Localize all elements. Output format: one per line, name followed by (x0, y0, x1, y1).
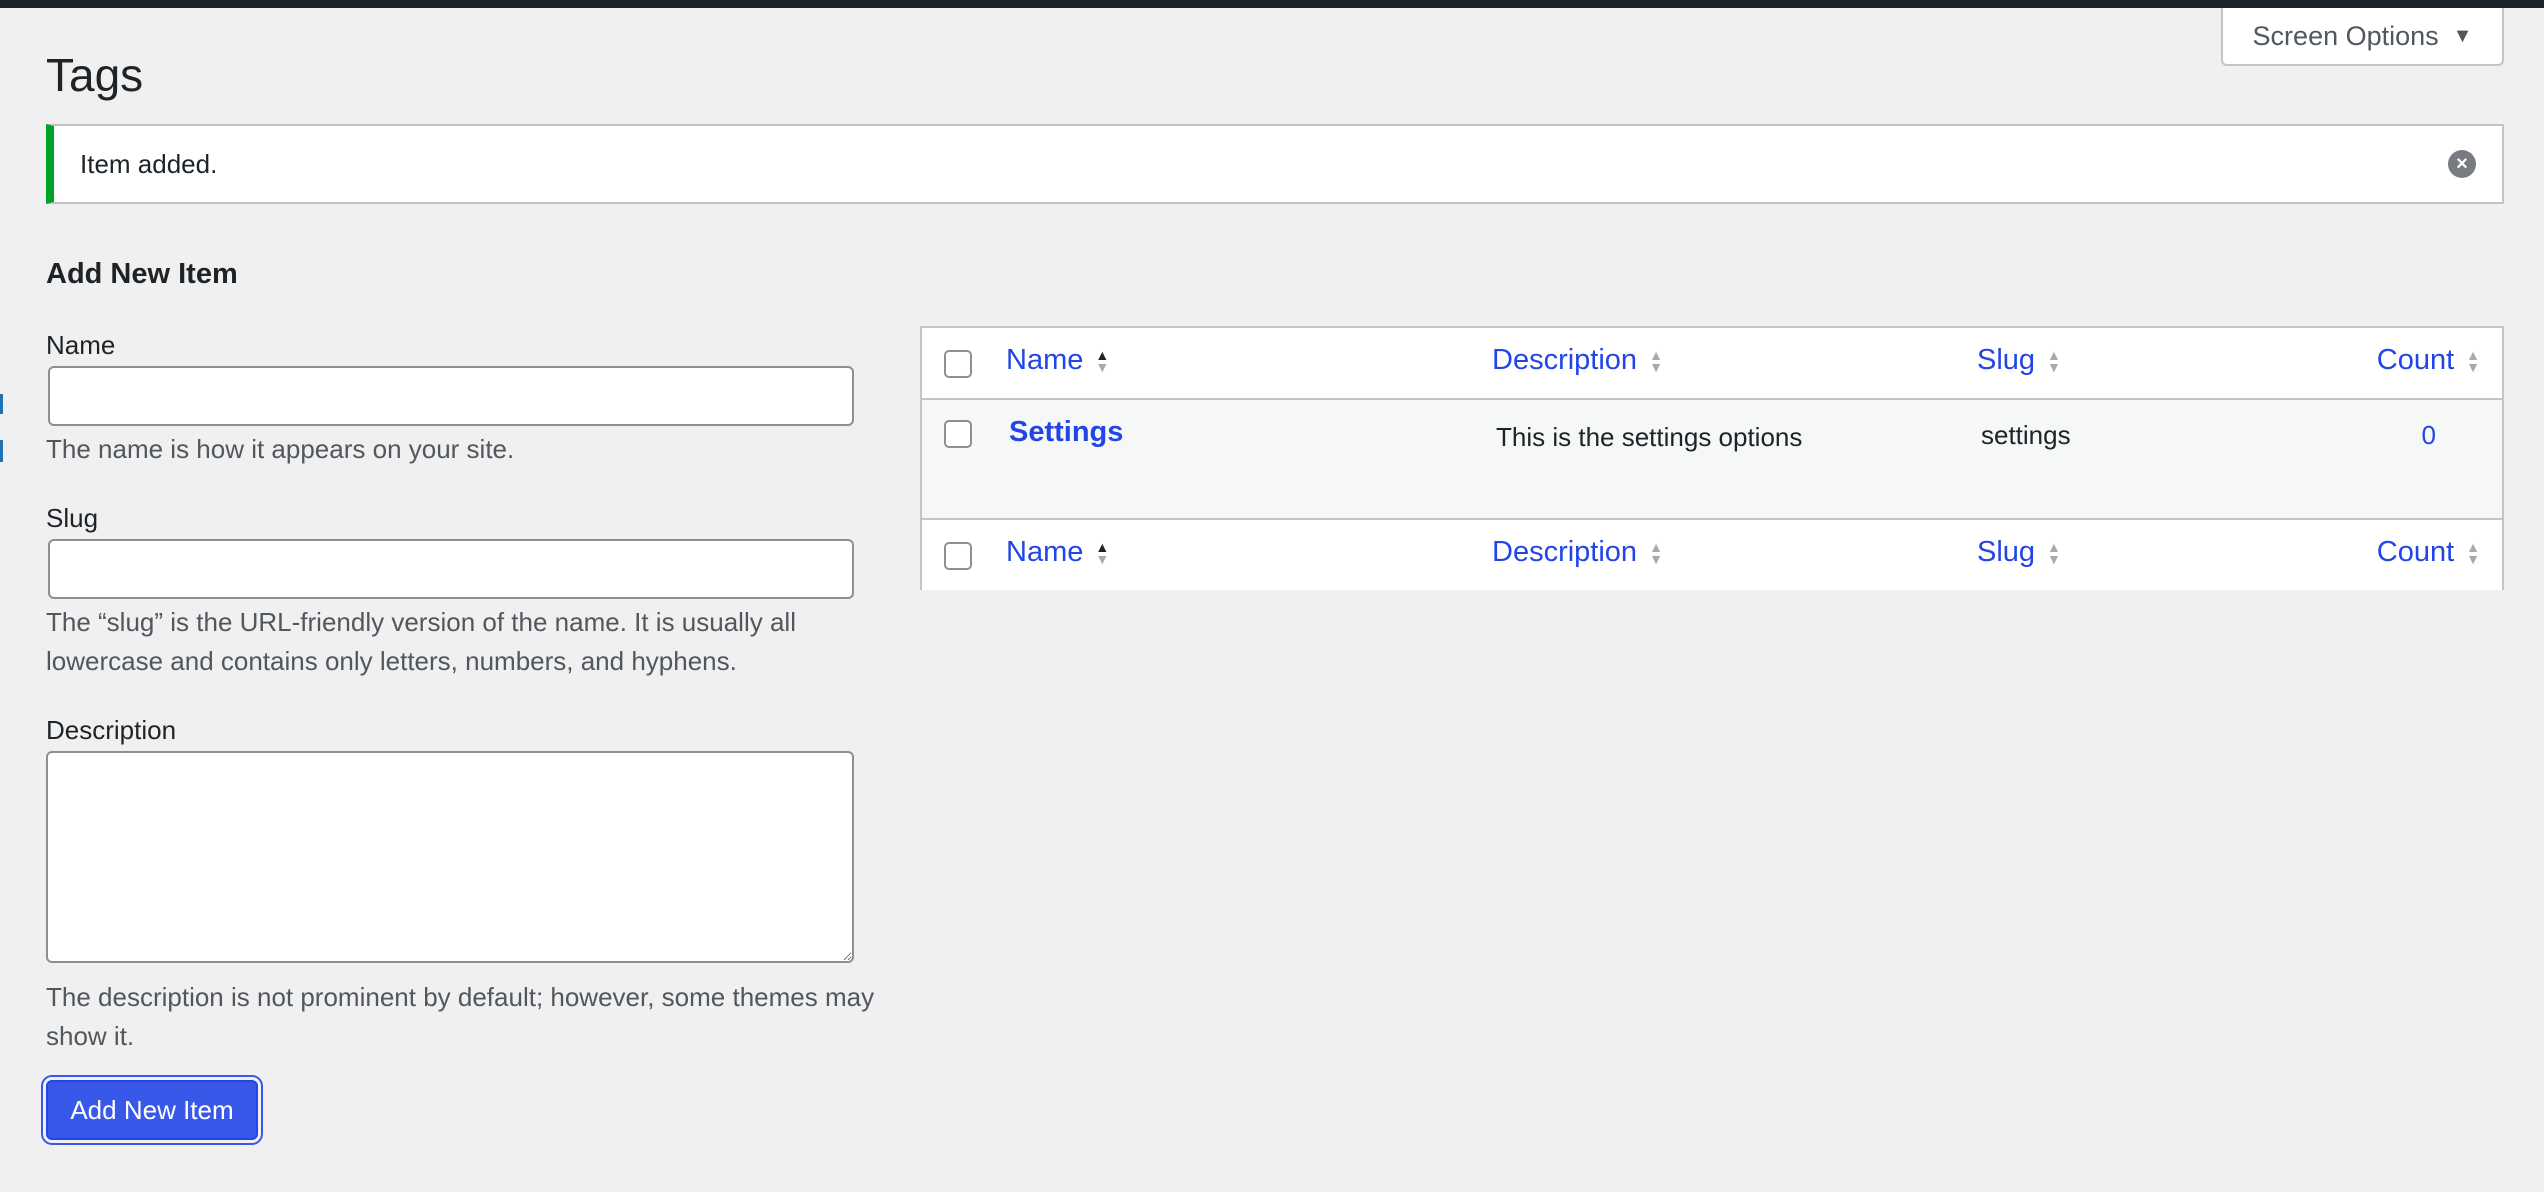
table-footer-row: Name ▲ ▼ Description ▲ ▼ Slug ▲ ▼ Count ▲ ▼ (922, 518, 2502, 590)
column-label: Slug (1977, 344, 2036, 376)
slug-input[interactable] (48, 539, 854, 599)
column-label: Slug (1977, 536, 2036, 568)
slug-help-text: The “slug” is the URL-friendly version o… (46, 607, 796, 676)
column-label: Name (1006, 344, 1084, 376)
column-header-description[interactable]: Description ▲ ▼ (1492, 344, 1663, 377)
success-notice: Item added. × (46, 124, 2504, 204)
add-new-item-button[interactable]: Add New Item (46, 1080, 258, 1140)
column-header-name[interactable]: Name ▲ ▼ (1006, 344, 1109, 377)
column-label: Description (1492, 536, 1638, 568)
name-label: Name (46, 330, 116, 360)
column-label: Count (2376, 344, 2455, 376)
row-name-link[interactable]: Settings (1009, 416, 1123, 449)
name-help-text: The name is how it appears on your site. (46, 434, 515, 464)
tags-table: Name ▲ ▼ Description ▲ ▼ Slug ▲ ▼ Count ▲ ▼ … (920, 326, 2504, 590)
sort-icon: ▲ ▼ (2047, 346, 2061, 375)
sort-icon: ▲ ▼ (1649, 346, 1663, 375)
column-label: Name (1006, 536, 1084, 568)
add-new-item-heading: Add New Item (46, 258, 238, 290)
sort-icon: ▲ ▼ (2047, 538, 2061, 567)
column-label: Count (2376, 536, 2455, 568)
column-footer-count[interactable]: Count ▲ ▼ (2377, 536, 2480, 569)
row-description: This is the settings options (1496, 422, 1803, 452)
select-all-checkbox-footer[interactable] (944, 542, 972, 570)
sidebar-edge-marker (0, 394, 3, 414)
column-footer-description[interactable]: Description ▲ ▼ (1492, 536, 1663, 569)
caret-down-icon: ▼ (2452, 24, 2473, 47)
column-header-count[interactable]: Count ▲ ▼ (2377, 344, 2480, 377)
column-footer-slug[interactable]: Slug ▲ ▼ (1977, 536, 2061, 569)
column-header-slug[interactable]: Slug ▲ ▼ (1977, 344, 2061, 377)
slug-label: Slug (46, 503, 99, 533)
notice-message: Item added. (80, 148, 218, 179)
sidebar-edge-marker (0, 440, 3, 462)
sort-icon: ▲ ▼ (2466, 538, 2480, 567)
row-count-link[interactable]: 0 (2422, 420, 2436, 451)
admin-top-bar (0, 0, 2544, 8)
name-input[interactable] (48, 366, 854, 426)
dismiss-icon[interactable]: × (2448, 150, 2476, 178)
sort-icon: ▲ ▼ (1649, 538, 1663, 567)
table-row: Settings This is the settings options se… (922, 400, 2502, 518)
row-slug: settings (1981, 420, 2071, 450)
row-checkbox[interactable] (944, 420, 972, 448)
table-header-row: Name ▲ ▼ Description ▲ ▼ Slug ▲ ▼ Count ▲ ▼ (922, 328, 2502, 400)
select-all-checkbox[interactable] (944, 350, 972, 378)
description-label: Description (46, 715, 177, 745)
screen-options-label: Screen Options (2252, 20, 2439, 51)
description-textarea[interactable] (46, 751, 854, 963)
sort-icon: ▲ ▼ (2466, 346, 2480, 375)
screen-options-button[interactable]: Screen Options ▼ (2221, 8, 2504, 66)
description-help-text: The description is not prominent by defa… (46, 982, 875, 1051)
page-title: Tags (46, 49, 144, 101)
column-label: Description (1492, 344, 1638, 376)
sort-icon: ▲ ▼ (1095, 538, 1110, 567)
column-footer-name[interactable]: Name ▲ ▼ (1006, 536, 1109, 569)
sort-icon: ▲ ▼ (1095, 346, 1110, 375)
